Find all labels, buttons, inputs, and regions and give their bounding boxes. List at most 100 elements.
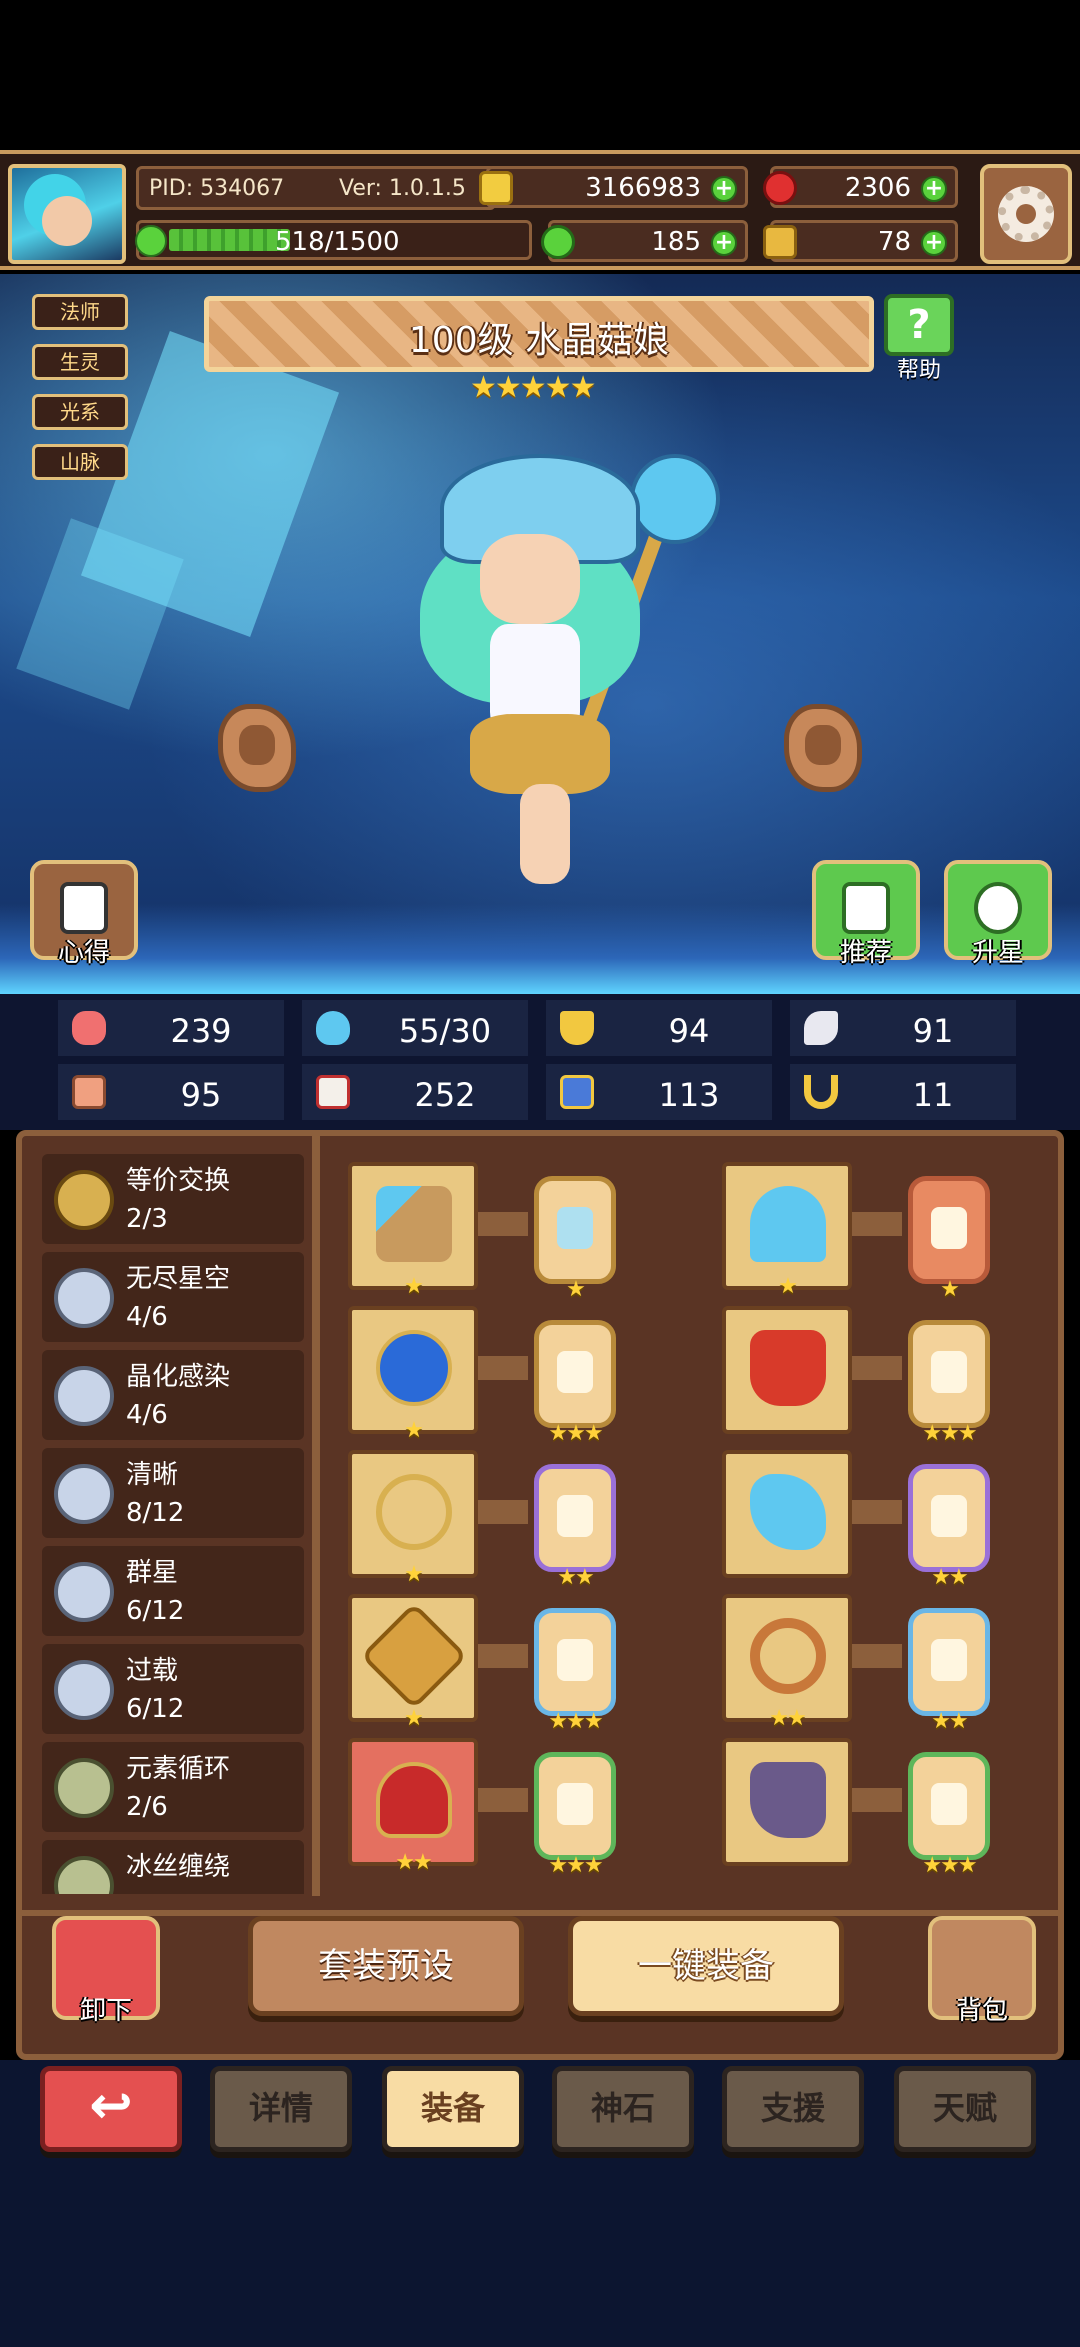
unequip-label: 卸下 [79, 1996, 132, 2026]
backpack-button[interactable]: 背包 [928, 1916, 1036, 2028]
key-counter: 78 + [763, 220, 958, 262]
set-bonus-list[interactable]: 等价交换 2/3 无尽星空 4/6 晶化感染 4/6 清晰 8/12 群星 6/12 过载… [42, 1154, 308, 1894]
set-count: 8/12 [126, 1498, 185, 1528]
set-preset-button[interactable]: 套装预设 [248, 1916, 524, 2016]
add-key-button[interactable]: + [921, 230, 947, 256]
gem-stars: ★★ [931, 1565, 968, 1590]
gem-slot[interactable]: ★★★ [908, 1320, 990, 1446]
gem-stars: ★★★ [922, 1421, 977, 1446]
equip-slot-hat[interactable]: ★ [722, 1162, 852, 1299]
set-item[interactable]: 无尽星空 4/6 [42, 1252, 304, 1342]
hat-icon [750, 1186, 826, 1262]
slot-stars: ★ [404, 1562, 424, 1587]
gem-stars: ★★★ [548, 1709, 603, 1734]
gem-core [557, 1351, 593, 1393]
unequip-button[interactable]: 卸下 [52, 1916, 160, 2028]
set-coin-icon [54, 1268, 114, 1328]
set-count: 4/6 [126, 1302, 168, 1332]
equip-slot-orb[interactable]: ★ [348, 1306, 478, 1443]
gem-slot[interactable]: ★★★ [534, 1752, 616, 1878]
player-avatar[interactable] [8, 164, 126, 264]
upstar-label: 升星 [971, 938, 1024, 968]
wing-icon [804, 1011, 838, 1045]
tab-support[interactable]: 支援 [722, 2066, 864, 2152]
equip-slot-gloves[interactable] [722, 1450, 852, 1578]
tag-element[interactable]: 光系 [32, 394, 128, 430]
fist-icon [72, 1075, 106, 1109]
next-hero-button[interactable] [784, 704, 862, 792]
set-count: 6/12 [126, 1694, 185, 1724]
tab-divine-stone[interactable]: 神石 [552, 2066, 694, 2152]
slot-stars: ★ [404, 1274, 424, 1299]
tag-class[interactable]: 法师 [32, 294, 128, 330]
help-button[interactable]: ? 帮助 [878, 294, 960, 383]
clover-counter: 185 + [541, 220, 748, 262]
tab-equipment[interactable]: 装备 [382, 2066, 524, 2152]
prev-hero-button[interactable] [218, 704, 296, 792]
equip-slot-mushroom[interactable]: ★★ [348, 1738, 478, 1875]
set-item[interactable]: 冰丝缠绕 [42, 1840, 304, 1894]
set-item[interactable]: 群星 6/12 [42, 1546, 304, 1636]
stat-magic: 252 [302, 1064, 528, 1120]
gem-slot[interactable]: ★★★ [534, 1608, 616, 1734]
slot-stars: ★ [404, 1418, 424, 1443]
notes-button[interactable]: 心得 [30, 860, 138, 970]
set-item[interactable]: 晶化感染 4/6 [42, 1350, 304, 1440]
tag-race[interactable]: 生灵 [32, 344, 128, 380]
add-clover-button[interactable]: + [711, 230, 737, 256]
auto-equip-button[interactable]: 一键装备 [568, 1916, 844, 2016]
equip-slot-necklace[interactable]: ★ [348, 1450, 478, 1587]
stat-value: 252 [414, 1076, 476, 1114]
settings-button[interactable] [980, 164, 1072, 264]
avatar-face [42, 196, 92, 246]
add-gem-button[interactable]: + [921, 176, 947, 202]
set-name: 等价交换 [126, 1166, 231, 1196]
stat-resist: 113 [546, 1064, 772, 1120]
gem-slot[interactable]: ★★ [908, 1464, 990, 1590]
hero-stats: 239 55/30 94 91 95 252 113 11 [0, 994, 1080, 1130]
red-gem-icon [763, 171, 797, 205]
gem-slot[interactable]: ★ [534, 1176, 616, 1302]
equip-slot-boots[interactable] [722, 1738, 852, 1866]
recommend-button[interactable]: 推荐 [812, 860, 920, 970]
scroll-icon [560, 1075, 594, 1109]
stat-hp: 239 [58, 1000, 284, 1056]
stat-speed: 91 [790, 1000, 1016, 1056]
add-gold-button[interactable]: + [711, 176, 737, 202]
set-coin-icon [54, 1366, 114, 1426]
set-coin-icon [54, 1758, 114, 1818]
stat-value: 113 [658, 1076, 720, 1114]
equip-slot-weapon[interactable]: ★ [348, 1162, 478, 1299]
set-coin-icon [54, 1464, 114, 1524]
set-name: 冰丝缠绕 [126, 1852, 231, 1882]
set-item[interactable]: 过载 6/12 [42, 1644, 304, 1734]
gem-counter: 2306 + [763, 166, 958, 208]
question-icon: ? [884, 294, 954, 356]
gem-slot[interactable]: ★ [908, 1176, 990, 1302]
tag-terrain[interactable]: 山脉 [32, 444, 128, 480]
slot-connector [478, 1644, 528, 1668]
tab-talent[interactable]: 天赋 [894, 2066, 1036, 2152]
water-drop-icon [316, 1011, 350, 1045]
gem-stars: ★ [940, 1277, 960, 1302]
set-count: 2/3 [126, 1204, 168, 1234]
face [480, 534, 580, 624]
gem-slot[interactable]: ★★★ [908, 1752, 990, 1878]
upstar-button[interactable]: 升星 [944, 860, 1052, 970]
equip-slot-amulet[interactable]: ★ [348, 1594, 478, 1731]
gem-slot[interactable]: ★★ [534, 1464, 616, 1590]
equip-slot-armor[interactable] [722, 1306, 852, 1434]
tab-details[interactable]: 详情 [210, 2066, 352, 2152]
clover-xp-icon [135, 225, 167, 257]
set-item[interactable]: 等价交换 2/3 [42, 1154, 304, 1244]
stat-value: 55/30 [398, 1012, 492, 1050]
gem-slot[interactable]: ★★ [908, 1608, 990, 1734]
equip-slot-ring[interactable]: ★★ [722, 1594, 852, 1731]
gem-slot[interactable]: ★★★ [534, 1320, 616, 1446]
backpack-label: 背包 [955, 1996, 1008, 2026]
set-item[interactable]: 元素循环 2/6 [42, 1742, 304, 1832]
slot-stars: ★★ [395, 1850, 432, 1875]
set-item[interactable]: 清晰 8/12 [42, 1448, 304, 1538]
back-button[interactable]: ↩ [40, 2066, 182, 2152]
xp-text: 518/1500 [275, 227, 400, 257]
